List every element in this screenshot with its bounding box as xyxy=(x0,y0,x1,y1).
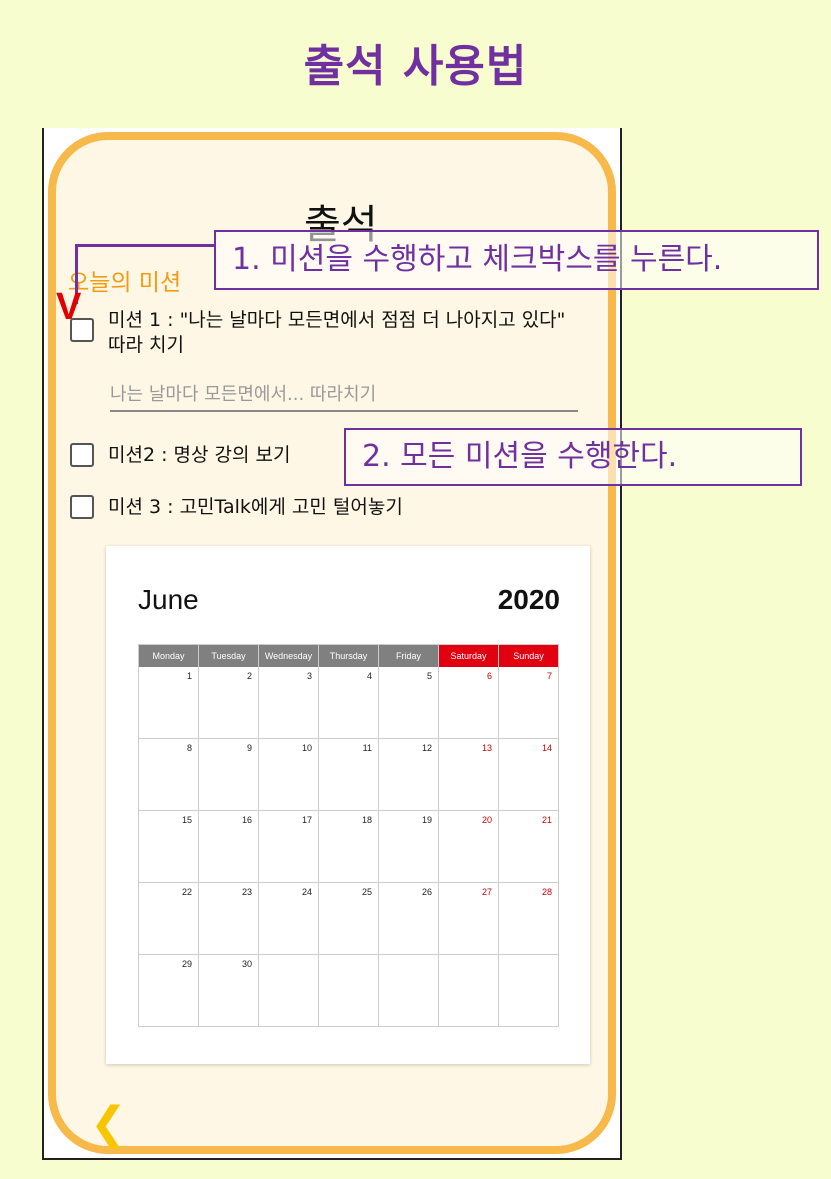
check-mark-annotation: V xyxy=(56,286,82,328)
callout-step-2: 2. 모든 미션을 수행한다. xyxy=(344,428,802,486)
calendar-day-cell: 15 xyxy=(139,811,199,883)
calendar-day-cell: 17 xyxy=(259,811,319,883)
calendar-day-cell: 10 xyxy=(259,739,319,811)
mission-3-checkbox[interactable] xyxy=(70,495,94,519)
weekday-header: Thursday xyxy=(319,645,379,667)
calendar-day-cell: 8 xyxy=(139,739,199,811)
calendar-day-cell: 25 xyxy=(319,883,379,955)
weekday-header: Monday xyxy=(139,645,199,667)
calendar-day-cell: 22 xyxy=(139,883,199,955)
callout-connector xyxy=(75,244,215,247)
calendar-day-cell: 12 xyxy=(379,739,439,811)
calendar-day-cell: 27 xyxy=(439,883,499,955)
weekday-header: Wednesday xyxy=(259,645,319,667)
weekday-header: Tuesday xyxy=(199,645,259,667)
weekday-header: Friday xyxy=(379,645,439,667)
calendar-day-cell: 28 xyxy=(499,883,559,955)
calendar-day-cell xyxy=(439,955,499,1027)
calendar-day-cell: 30 xyxy=(199,955,259,1027)
calendar-day-cell: 16 xyxy=(199,811,259,883)
calendar-month: June xyxy=(138,584,199,615)
mission-1-label: 미션 1 : "나는 날마다 모든면에서 점점 더 나아지고 있다" 따라 치기 xyxy=(108,309,566,356)
calendar-day-cell xyxy=(259,955,319,1027)
calendar-day-cell: 18 xyxy=(319,811,379,883)
calendar-day-cell: 21 xyxy=(499,811,559,883)
calendar-day-cell: 5 xyxy=(379,667,439,739)
calendar-day-cell: 6 xyxy=(439,667,499,739)
calendar-day-cell: 3 xyxy=(259,667,319,739)
calendar-day-cell: 4 xyxy=(319,667,379,739)
calendar-day-cell: 19 xyxy=(379,811,439,883)
calendar-day-cell: 29 xyxy=(139,955,199,1027)
calendar-day-cell: 7 xyxy=(499,667,559,739)
calendar-day-cell: 13 xyxy=(439,739,499,811)
mission-2-checkbox[interactable] xyxy=(70,443,94,467)
calendar-day-cell: 23 xyxy=(199,883,259,955)
calendar-day-cell: 14 xyxy=(499,739,559,811)
calendar-day-cell: 26 xyxy=(379,883,439,955)
calendar-day-cell xyxy=(319,955,379,1027)
calendar-day-cell: 9 xyxy=(199,739,259,811)
callout-step-1: 1. 미션을 수행하고 체크박스를 누른다. xyxy=(214,230,819,290)
weekday-header: Saturday xyxy=(439,645,499,667)
calendar-day-cell xyxy=(379,955,439,1027)
mission-2-label: 미션2 : 명상 강의 보기 xyxy=(108,444,291,466)
calendar-day-cell xyxy=(499,955,559,1027)
mission-1-input-placeholder: 나는 날마다 모든면에서... 따라치기 xyxy=(110,384,377,405)
calendar-year: 2020 xyxy=(497,584,560,615)
page-title: 출석 사용법 xyxy=(303,41,528,92)
section-label: 오늘의 미션 xyxy=(68,270,182,296)
calendar: June 2020 Monday Tuesday Wednesday Thurs… xyxy=(106,546,590,1064)
mission-3-label: 미션 3 : 고민Talk에게 고민 털어놓기 xyxy=(108,496,403,518)
calendar-day-cell: 11 xyxy=(319,739,379,811)
calendar-day-cell: 24 xyxy=(259,883,319,955)
chevron-left-icon[interactable]: ❮ xyxy=(90,1098,127,1149)
mission-1-input[interactable]: 나는 날마다 모든면에서... 따라치기 xyxy=(110,380,578,412)
calendar-grid: Monday Tuesday Wednesday Thursday Friday… xyxy=(138,644,559,1027)
weekday-header: Sunday xyxy=(499,645,559,667)
calendar-day-cell: 2 xyxy=(199,667,259,739)
calendar-day-cell: 20 xyxy=(439,811,499,883)
calendar-day-cell: 1 xyxy=(139,667,199,739)
